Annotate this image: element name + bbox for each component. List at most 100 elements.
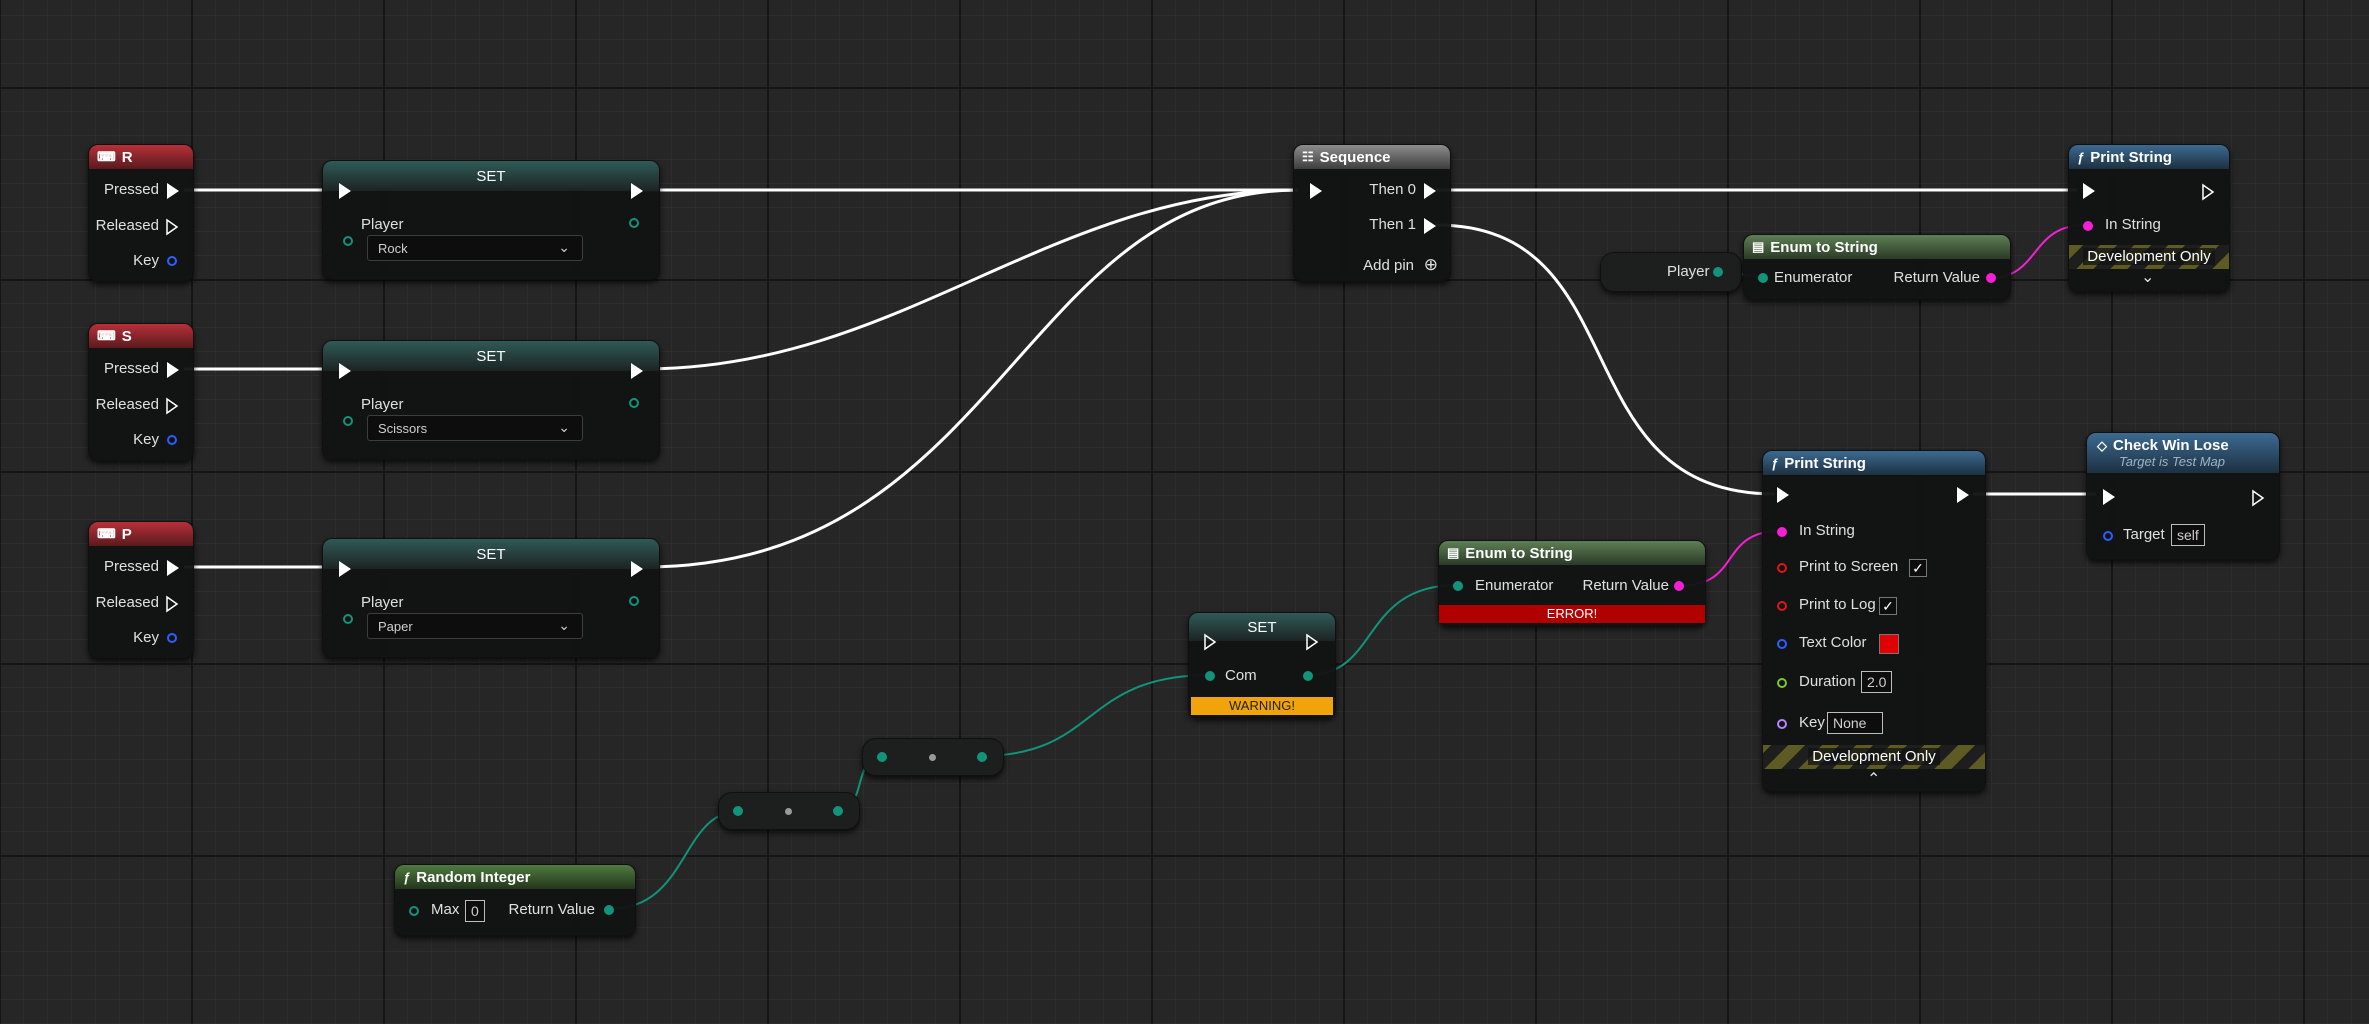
pressed-exec-pin[interactable] bbox=[167, 362, 179, 378]
pressed-exec-pin[interactable] bbox=[167, 560, 179, 576]
return-value-pin[interactable] bbox=[1674, 581, 1684, 591]
reroute-in-pin[interactable] bbox=[877, 752, 887, 762]
player-getter-out-pin[interactable] bbox=[1713, 267, 1723, 277]
com-in-pin[interactable] bbox=[1205, 671, 1215, 681]
check-win-lose-node[interactable]: ◇ Check Win Lose Target is Test Map Targe… bbox=[2086, 432, 2280, 560]
enumerator-in-pin[interactable] bbox=[1453, 581, 1463, 591]
chevron-down-icon[interactable]: ⌄ bbox=[2141, 267, 2154, 287]
set-exec-out-pin[interactable] bbox=[631, 561, 643, 577]
print-to-screen-checkbox[interactable]: ✓ bbox=[1909, 559, 1927, 577]
print-exec-out-pin[interactable] bbox=[1957, 487, 1969, 503]
enumerator-in-pin[interactable] bbox=[1758, 273, 1768, 283]
function-icon: ƒ bbox=[1771, 455, 1779, 471]
max-field[interactable]: 0 bbox=[465, 900, 485, 922]
released-exec-pin[interactable] bbox=[165, 595, 179, 613]
print-exec-out-pin[interactable] bbox=[2201, 183, 2215, 201]
chevron-up-icon[interactable]: ⌃ bbox=[1867, 769, 1880, 789]
key-node-s[interactable]: ⌨ S Pressed Released Key bbox=[88, 323, 194, 461]
released-exec-pin[interactable] bbox=[165, 218, 179, 236]
text-color-label: Text Color bbox=[1799, 634, 1867, 651]
key-struct-pin[interactable] bbox=[167, 256, 177, 266]
player-enum-dropdown[interactable]: Scissors ⌄ bbox=[367, 415, 583, 441]
print-string-top-node[interactable]: ƒ Print String In String Development Only… bbox=[2068, 144, 2230, 292]
max-pin[interactable] bbox=[409, 906, 419, 916]
then1-exec-pin[interactable] bbox=[1424, 218, 1436, 234]
set-exec-in-pin[interactable] bbox=[339, 363, 351, 379]
duration-field[interactable]: 2.0 bbox=[1861, 671, 1893, 693]
key-node-title: S bbox=[121, 327, 132, 345]
key-struct-pin[interactable] bbox=[167, 633, 177, 643]
set-com-node[interactable]: SET Com WARNING! bbox=[1188, 612, 1336, 718]
enum-to-string-error-node[interactable]: ▤ Enum to String Enumerator Return Value … bbox=[1438, 540, 1706, 626]
set-exec-in-pin[interactable] bbox=[339, 183, 351, 199]
print-to-log-checkbox[interactable]: ✓ bbox=[1879, 597, 1897, 615]
target-pin[interactable] bbox=[2103, 531, 2113, 541]
player-enum-dropdown[interactable]: Paper ⌄ bbox=[367, 613, 583, 639]
target-field[interactable]: self bbox=[2171, 524, 2205, 546]
reroute-node-1[interactable] bbox=[718, 792, 860, 830]
blueprint-graph-canvas[interactable] bbox=[0, 0, 2369, 1024]
function-icon: ƒ bbox=[403, 869, 411, 885]
reroute-node-2[interactable] bbox=[862, 738, 1004, 776]
set-player-out-pin[interactable] bbox=[629, 218, 639, 228]
key-struct-pin[interactable] bbox=[167, 435, 177, 445]
enumerator-label: Enumerator bbox=[1774, 269, 1853, 286]
player-enum-dropdown[interactable]: Rock ⌄ bbox=[367, 235, 583, 261]
print-to-log-pin[interactable] bbox=[1777, 601, 1787, 611]
set-exec-out-pin[interactable] bbox=[631, 183, 643, 199]
add-pin-plus-icon[interactable]: ⊕ bbox=[1424, 255, 1438, 275]
print-string-main-node[interactable]: ƒ Print String In String Print to Screen … bbox=[1762, 450, 1986, 792]
print-to-screen-pin[interactable] bbox=[1777, 563, 1787, 573]
key-node-r[interactable]: ⌨ R Pressed Released Key bbox=[88, 144, 194, 282]
key-node-title: R bbox=[121, 148, 133, 166]
keyboard-icon: ⌨ bbox=[97, 328, 116, 343]
document-icon: ▤ bbox=[1447, 545, 1460, 560]
in-string-pin[interactable] bbox=[2083, 221, 2093, 231]
sequence-node[interactable]: ☷ Sequence Then 0 Then 1 Add pin ⊕ bbox=[1293, 144, 1451, 282]
in-string-pin[interactable] bbox=[1777, 527, 1787, 537]
enum-to-string-top-node[interactable]: ▤ Enum to String Enumerator Return Value bbox=[1743, 234, 2011, 300]
set-node-rock[interactable]: SET Player Rock ⌄ bbox=[322, 160, 660, 280]
reroute-in-pin[interactable] bbox=[733, 806, 743, 816]
key-name-field[interactable]: None bbox=[1827, 712, 1883, 734]
set-exec-in-pin[interactable] bbox=[339, 561, 351, 577]
add-pin-label[interactable]: Add pin bbox=[1363, 257, 1414, 274]
sequence-exec-in-pin[interactable] bbox=[1310, 183, 1322, 199]
check-exec-in-pin[interactable] bbox=[2103, 489, 2115, 505]
check-exec-out-pin[interactable] bbox=[2251, 489, 2265, 507]
pressed-exec-pin[interactable] bbox=[167, 183, 179, 199]
set-node-scissors[interactable]: SET Player Scissors ⌄ bbox=[322, 340, 660, 460]
set-player-in-pin[interactable] bbox=[343, 416, 353, 426]
com-out-pin[interactable] bbox=[1303, 671, 1313, 681]
reroute-out-pin[interactable] bbox=[977, 752, 987, 762]
set-com-exec-in-pin[interactable] bbox=[1203, 633, 1217, 651]
return-value-pin[interactable] bbox=[1986, 273, 1996, 283]
player-getter-node[interactable]: Player bbox=[1600, 252, 1742, 292]
print-string-title: Print String bbox=[2090, 148, 2172, 166]
released-exec-pin[interactable] bbox=[165, 397, 179, 415]
key-name-pin[interactable] bbox=[1777, 719, 1787, 729]
set-player-out-pin[interactable] bbox=[629, 398, 639, 408]
then0-exec-pin[interactable] bbox=[1424, 183, 1436, 199]
return-value-pin[interactable] bbox=[604, 905, 614, 915]
set-player-in-pin[interactable] bbox=[343, 236, 353, 246]
set-player-out-pin[interactable] bbox=[629, 596, 639, 606]
duration-pin[interactable] bbox=[1777, 678, 1787, 688]
set-exec-out-pin[interactable] bbox=[631, 363, 643, 379]
enumerator-label: Enumerator bbox=[1475, 577, 1554, 594]
enum-to-string-header: ▤ Enum to String bbox=[1439, 541, 1705, 565]
reroute-out-pin[interactable] bbox=[833, 806, 843, 816]
sequence-title: Sequence bbox=[1319, 148, 1391, 166]
text-color-swatch[interactable] bbox=[1879, 634, 1899, 654]
event-diamond-icon: ◇ bbox=[2097, 438, 2107, 453]
set-node-paper[interactable]: SET Player Paper ⌄ bbox=[322, 538, 660, 658]
text-color-pin[interactable] bbox=[1777, 639, 1787, 649]
key-node-p[interactable]: ⌨ P Pressed Released Key bbox=[88, 521, 194, 659]
set-player-in-pin[interactable] bbox=[343, 614, 353, 624]
print-exec-in-pin[interactable] bbox=[1777, 487, 1789, 503]
key-node-header: ⌨ S bbox=[89, 324, 193, 348]
return-value-label: Return Value bbox=[508, 901, 595, 918]
print-exec-in-pin[interactable] bbox=[2083, 183, 2095, 199]
set-com-exec-out-pin[interactable] bbox=[1305, 633, 1319, 651]
random-integer-node[interactable]: ƒ Random Integer Max 0 Return Value bbox=[394, 864, 636, 936]
